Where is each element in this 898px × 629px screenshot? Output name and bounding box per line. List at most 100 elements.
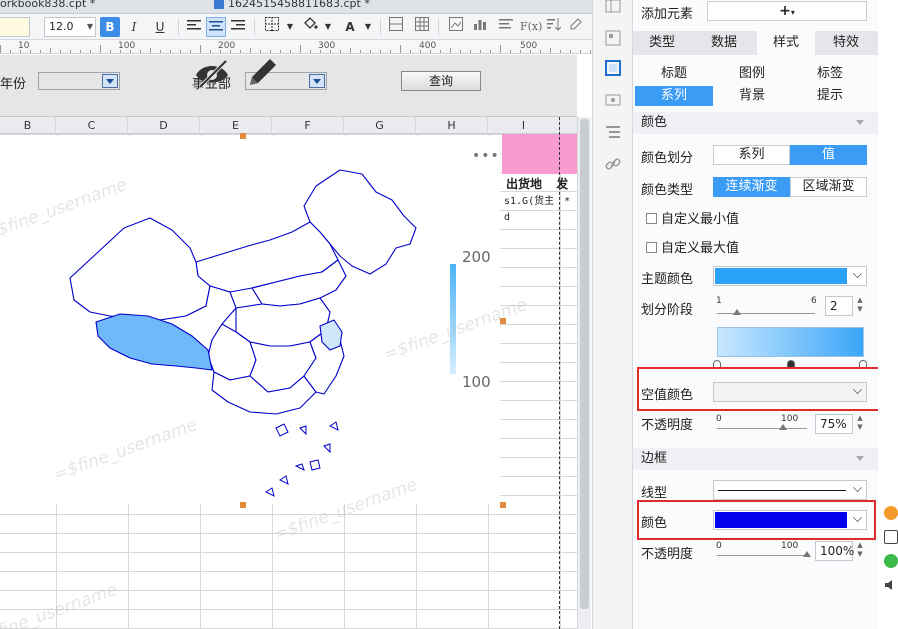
sheet-vertical-scrollbar[interactable]: [577, 117, 591, 629]
align-left-button[interactable]: [184, 17, 204, 37]
custom-min-checkbox[interactable]: 自定义最小值: [646, 208, 739, 227]
resize-handle[interactable]: [240, 502, 246, 508]
stage-slider-knob[interactable]: [733, 309, 741, 315]
split-cells-button[interactable]: [412, 17, 432, 37]
subtab-label[interactable]: 标签: [791, 64, 869, 84]
fill-color-dropdown[interactable]: ▼: [318, 17, 338, 37]
align-right-button[interactable]: [228, 17, 248, 37]
scrollbar-thumb[interactable]: [580, 119, 589, 609]
insert-image-button[interactable]: [446, 17, 466, 37]
border-opacity-slider-track[interactable]: [717, 555, 807, 556]
custom-max-checkbox[interactable]: 自定义最大值: [646, 237, 739, 256]
pink-title-cell[interactable]: [502, 134, 577, 174]
opacity-slider-knob[interactable]: [779, 424, 787, 430]
checkbox-box[interactable]: [646, 213, 657, 224]
underline-button[interactable]: U: [150, 17, 170, 37]
spinner-arrows[interactable]: ▲ ▼: [855, 296, 865, 316]
query-button[interactable]: 查询: [401, 71, 481, 91]
resize-handle[interactable]: [240, 133, 246, 139]
font-color-dropdown[interactable]: ▼: [358, 17, 378, 37]
line-type-select[interactable]: [713, 480, 867, 500]
subtab-series[interactable]: 系列: [635, 86, 713, 106]
border-opacity-slider-knob[interactable]: [803, 551, 811, 557]
opacity-slider-track[interactable]: [717, 428, 807, 429]
layout-grid-icon[interactable]: [605, 0, 621, 16]
year-dropdown-button[interactable]: [102, 74, 118, 88]
sort-button[interactable]: [544, 17, 564, 37]
tab-effects[interactable]: 特效: [817, 31, 875, 55]
subtab-tooltip[interactable]: 提示: [791, 86, 869, 106]
chat-icon[interactable]: [884, 554, 898, 568]
merge-cells-button[interactable]: [386, 17, 406, 37]
column-header[interactable]: H: [416, 117, 488, 134]
stage-slider-track[interactable]: [717, 313, 815, 314]
fill-color-button[interactable]: [300, 17, 320, 37]
opacity-spinner[interactable]: 75%: [815, 414, 853, 434]
add-element-button[interactable]: +▾: [707, 1, 867, 21]
color-type-continuous[interactable]: 连续渐变: [713, 177, 790, 197]
align-center-button[interactable]: [206, 17, 226, 37]
checkbox-box[interactable]: [646, 242, 657, 253]
column-header[interactable]: D: [128, 117, 200, 134]
column-header[interactable]: E: [200, 117, 272, 134]
stage-spinner[interactable]: 2: [825, 296, 853, 316]
gradient-preview[interactable]: [717, 327, 864, 357]
chart-more-menu[interactable]: •••: [472, 148, 500, 164]
app-tray-icon[interactable]: [884, 506, 898, 520]
text-format-button[interactable]: [496, 17, 516, 37]
ruler-tick: [140, 50, 141, 53]
border-opacity-max: 100: [781, 541, 799, 551]
border-dropdown[interactable]: ▼: [280, 17, 300, 37]
subtab-title[interactable]: 标题: [635, 64, 713, 84]
formula-button[interactable]: F(x): [520, 17, 542, 37]
font-size-select[interactable]: 12.0 ▼: [44, 17, 96, 37]
border-opacity-spinner[interactable]: 100%: [815, 541, 854, 561]
hyperlink-icon[interactable]: [605, 156, 621, 172]
more-tools-button[interactable]: [566, 17, 586, 37]
spinner-arrows[interactable]: ▲ ▼: [855, 414, 865, 434]
highlight-empty-color: [637, 367, 880, 411]
resize-handle[interactable]: [500, 502, 506, 508]
font-color-button[interactable]: A: [340, 17, 360, 37]
bold-button[interactable]: B: [100, 17, 120, 37]
ruler-mark: 500: [520, 41, 538, 51]
department-dropdown-button[interactable]: [309, 74, 325, 88]
border-opacity-min: 0: [716, 541, 722, 551]
column-header[interactable]: B: [0, 117, 56, 134]
color-section-header[interactable]: 颜色: [633, 112, 878, 134]
column-header[interactable]: G: [344, 117, 416, 134]
color-type-region[interactable]: 区域渐变: [790, 177, 867, 197]
insert-chart-button[interactable]: [470, 17, 490, 37]
spinner-arrows[interactable]: ▲ ▼: [855, 541, 865, 561]
tab-cpt-file[interactable]: 1624515458811683.cpt *: [208, 0, 376, 13]
theme-color-picker[interactable]: [713, 266, 867, 286]
subtab-background[interactable]: 背景: [713, 86, 791, 106]
tab-style[interactable]: 样式: [757, 31, 815, 55]
tab-type[interactable]: 类型: [633, 31, 691, 55]
tab-data[interactable]: 数据: [695, 31, 753, 55]
italic-button[interactable]: I: [124, 17, 144, 37]
ruler-tick: [390, 50, 391, 53]
cell-attributes-icon[interactable]: [605, 30, 621, 46]
speaker-icon[interactable]: [884, 578, 898, 592]
copy-icon[interactable]: [884, 530, 898, 544]
color-division-value[interactable]: 值: [790, 145, 867, 165]
conditional-format-icon[interactable]: [605, 124, 621, 140]
column-header[interactable]: F: [272, 117, 344, 134]
tab-workbook838[interactable]: orkbook838.cpt *: [0, 0, 101, 13]
column-header[interactable]: C: [56, 117, 128, 134]
border-button[interactable]: [262, 17, 282, 37]
data-binding-cell[interactable]: s1.G(货主 * d: [502, 194, 577, 223]
ruler-tick: [120, 50, 121, 53]
hide-eye-icon[interactable]: [196, 59, 228, 89]
column-header[interactable]: I: [488, 117, 560, 134]
solid-line-preview: [718, 490, 846, 491]
font-name-select[interactable]: [0, 17, 30, 37]
edit-pencil-icon[interactable]: [250, 59, 276, 85]
widget-attributes-icon[interactable]: [605, 92, 621, 108]
chart-attributes-icon[interactable]: [605, 60, 621, 76]
color-division-series[interactable]: 系列: [713, 145, 790, 165]
subtab-legend[interactable]: 图例: [713, 64, 791, 84]
border-section-header[interactable]: 边框: [633, 448, 878, 470]
ruler-tick: [540, 50, 541, 53]
